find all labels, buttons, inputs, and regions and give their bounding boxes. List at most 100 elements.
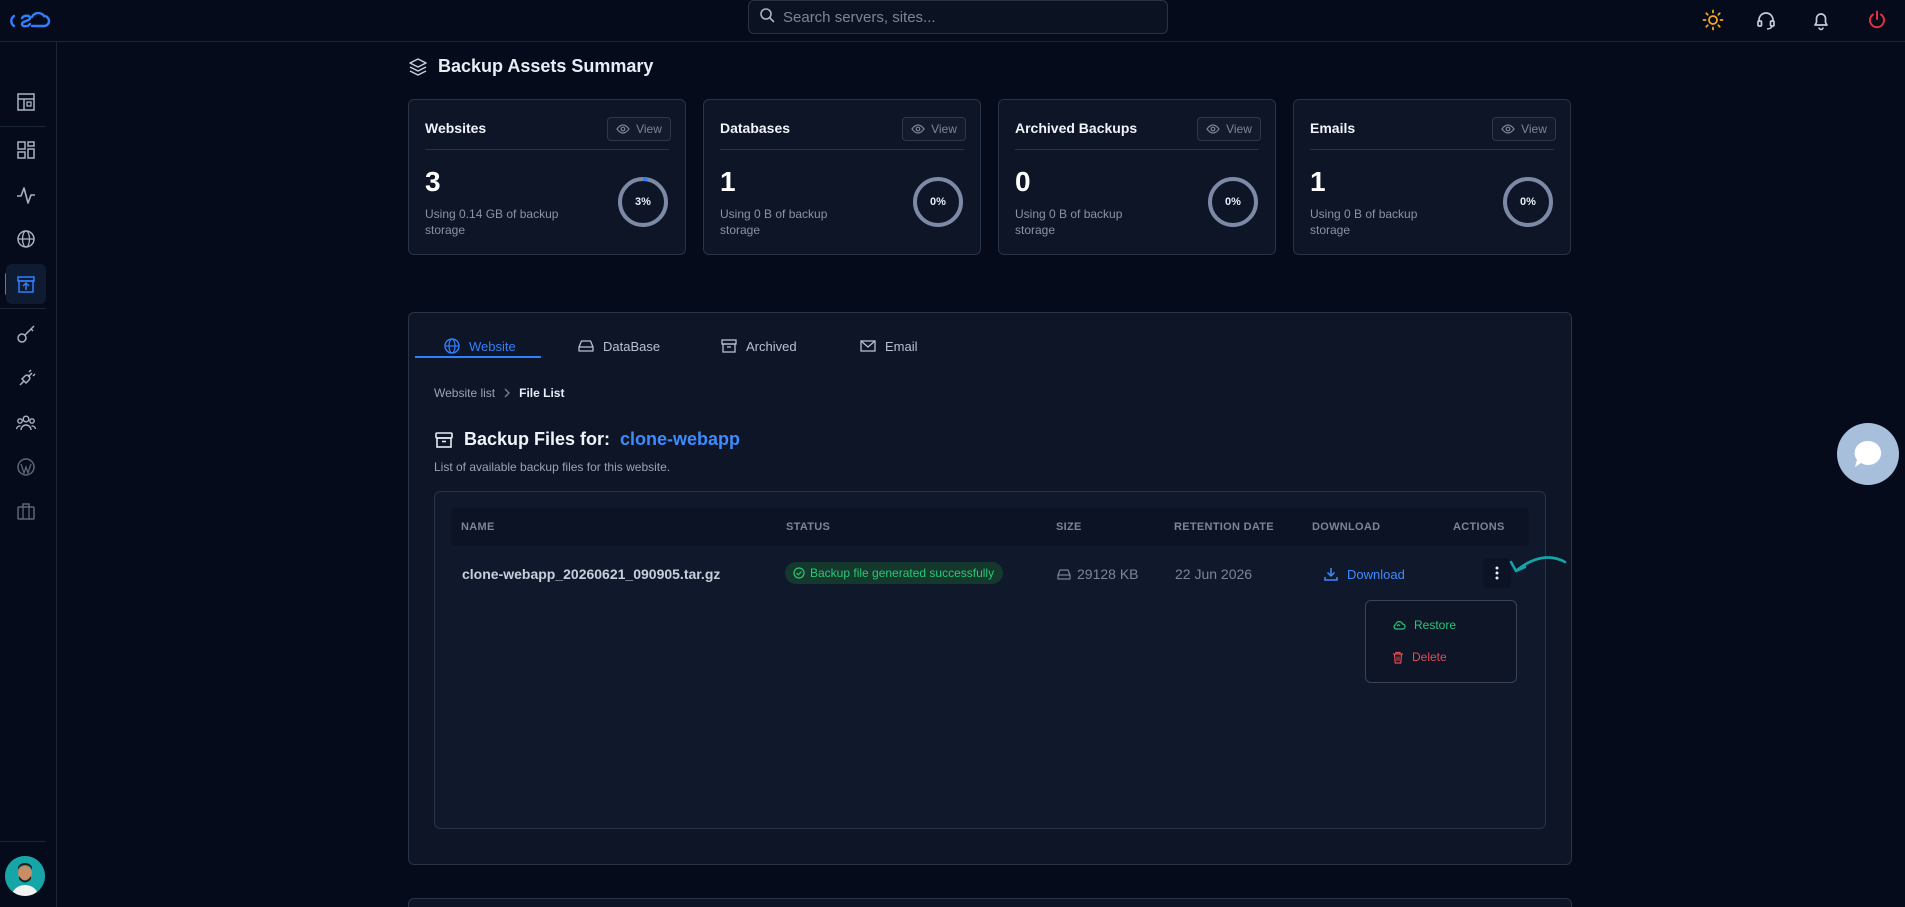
sidebar-item-backups[interactable] (6, 264, 46, 304)
sidebar-item-team[interactable] (6, 403, 46, 443)
divider (1310, 149, 1554, 150)
status-text: Backup file generated successfully (810, 566, 995, 580)
usage-percent: 3% (635, 196, 651, 208)
tab-label: Archived (746, 338, 797, 354)
archive-icon (721, 339, 737, 353)
divider (1015, 149, 1259, 150)
user-avatar-icon (5, 856, 45, 896)
tab-database[interactable]: DataBase (577, 331, 660, 361)
view-button[interactable]: View (1197, 117, 1261, 141)
plug-icon (19, 369, 36, 386)
chat-widget-button[interactable] (1837, 423, 1899, 485)
summary-card-emails: Emails View 1 Using 0 B of backup storag… (1293, 99, 1571, 255)
search-input[interactable] (783, 8, 1143, 26)
sidebar-item-wordpress[interactable] (6, 447, 46, 487)
eye-icon (1206, 124, 1220, 134)
row-actions-menu: Restore Delete (1365, 600, 1517, 683)
check-circle-icon (793, 567, 805, 579)
sidebar-item-briefcase[interactable] (6, 491, 46, 531)
power-icon[interactable] (1863, 6, 1891, 34)
globe-icon (444, 338, 460, 354)
card-count: 0 (1015, 166, 1031, 197)
sun-icon[interactable] (1699, 6, 1727, 34)
download-icon (1324, 568, 1338, 581)
card-usage: Using 0 B of backup storage (720, 207, 828, 237)
view-button[interactable]: View (1492, 117, 1556, 141)
size-value: 29128 KB (1077, 566, 1139, 582)
download-button[interactable]: Download (1323, 566, 1405, 582)
backup-files-panel: Website DataBase Archived Email Website … (408, 312, 1572, 865)
summary-card-websites: Websites View 3 Using 0.14 GB of backup … (408, 99, 686, 255)
restore-menu-item[interactable]: Restore (1392, 618, 1456, 632)
retention-date: 22 Jun 2026 (1175, 566, 1253, 582)
pointer-arrow-icon (1509, 556, 1567, 573)
divider (425, 149, 669, 150)
users-icon (15, 415, 37, 431)
grid-icon (17, 141, 35, 159)
files-title: Backup Files for: (464, 429, 611, 449)
view-button[interactable]: View (607, 117, 671, 141)
card-title: Databases (720, 120, 791, 136)
column-header-download: DOWNLOAD (1312, 521, 1381, 533)
cloud-restore-icon (1393, 621, 1406, 630)
sidebar-item-servers[interactable] (6, 130, 46, 170)
usage-percent: 0% (930, 196, 946, 208)
top-bar (0, 0, 1905, 42)
sidebar-item-sites[interactable] (6, 219, 46, 259)
view-label: View (1521, 122, 1547, 136)
wordpress-icon (17, 458, 35, 476)
search-bar[interactable] (748, 0, 1168, 34)
divider (720, 149, 964, 150)
archive-icon (435, 431, 453, 448)
file-name: clone-webapp_20260621_090905.tar.gz (462, 566, 721, 582)
table-header: NAME STATUS SIZE RETENTION DATE DOWNLOAD… (451, 508, 1529, 546)
avatar[interactable] (5, 856, 45, 896)
layout-icon (17, 93, 35, 111)
sidebar (0, 42, 57, 907)
sidebar-item-dashboard[interactable] (6, 82, 46, 122)
delete-menu-item[interactable]: Delete (1392, 650, 1447, 664)
bell-icon[interactable] (1807, 6, 1835, 34)
breadcrumb-website-list[interactable]: Website list (434, 386, 495, 400)
usage-percent: 0% (1225, 196, 1241, 208)
tab-label: Email (885, 338, 918, 354)
active-tab-underline (415, 356, 541, 358)
tab-label: DataBase (603, 338, 661, 354)
summary-card-databases: Databases View 1 Using 0 B of backup sto… (703, 99, 981, 255)
view-button[interactable]: View (902, 117, 966, 141)
key-icon (17, 325, 35, 343)
card-usage: Using 0.14 GB of backup storage (425, 207, 559, 237)
trash-icon (1393, 651, 1403, 664)
headset-icon[interactable] (1752, 6, 1780, 34)
status-badge: Backup file generated successfully (785, 562, 1004, 584)
breadcrumb: Website list File List (434, 386, 564, 400)
view-label: View (1226, 122, 1252, 136)
eye-icon (616, 124, 630, 134)
next-section-card (408, 898, 1572, 907)
card-usage: Using 0 B of backup storage (1310, 207, 1418, 237)
card-count: 1 (1310, 166, 1326, 197)
summary-card-archived: Archived Backups View 0 Using 0 B of bac… (998, 99, 1276, 255)
usage-percent: 0% (1520, 196, 1536, 208)
layers-icon (409, 57, 427, 76)
file-size: 29128 KB (1057, 566, 1139, 582)
card-count: 3 (425, 166, 441, 197)
summary-heading: Backup Assets Summary (408, 56, 653, 77)
tab-email[interactable]: Email (859, 331, 918, 361)
activity-icon (17, 187, 35, 204)
column-header-name: NAME (461, 521, 495, 533)
sidebar-item-monitoring[interactable] (6, 175, 46, 215)
eye-icon (911, 124, 925, 134)
download-label: Download (1347, 566, 1405, 582)
mail-icon (860, 340, 876, 352)
card-title: Emails (1310, 120, 1356, 136)
column-header-status: STATUS (786, 521, 831, 533)
sidebar-item-integrations[interactable] (6, 359, 46, 399)
logo[interactable] (8, 6, 52, 34)
site-name: clone-webapp (620, 429, 741, 449)
eye-icon (1501, 124, 1515, 134)
sidebar-item-keys[interactable] (6, 314, 46, 354)
tab-archived[interactable]: Archived (720, 331, 797, 361)
column-header-retention: RETENTION DATE (1174, 521, 1274, 533)
restore-label: Restore (1414, 618, 1457, 632)
